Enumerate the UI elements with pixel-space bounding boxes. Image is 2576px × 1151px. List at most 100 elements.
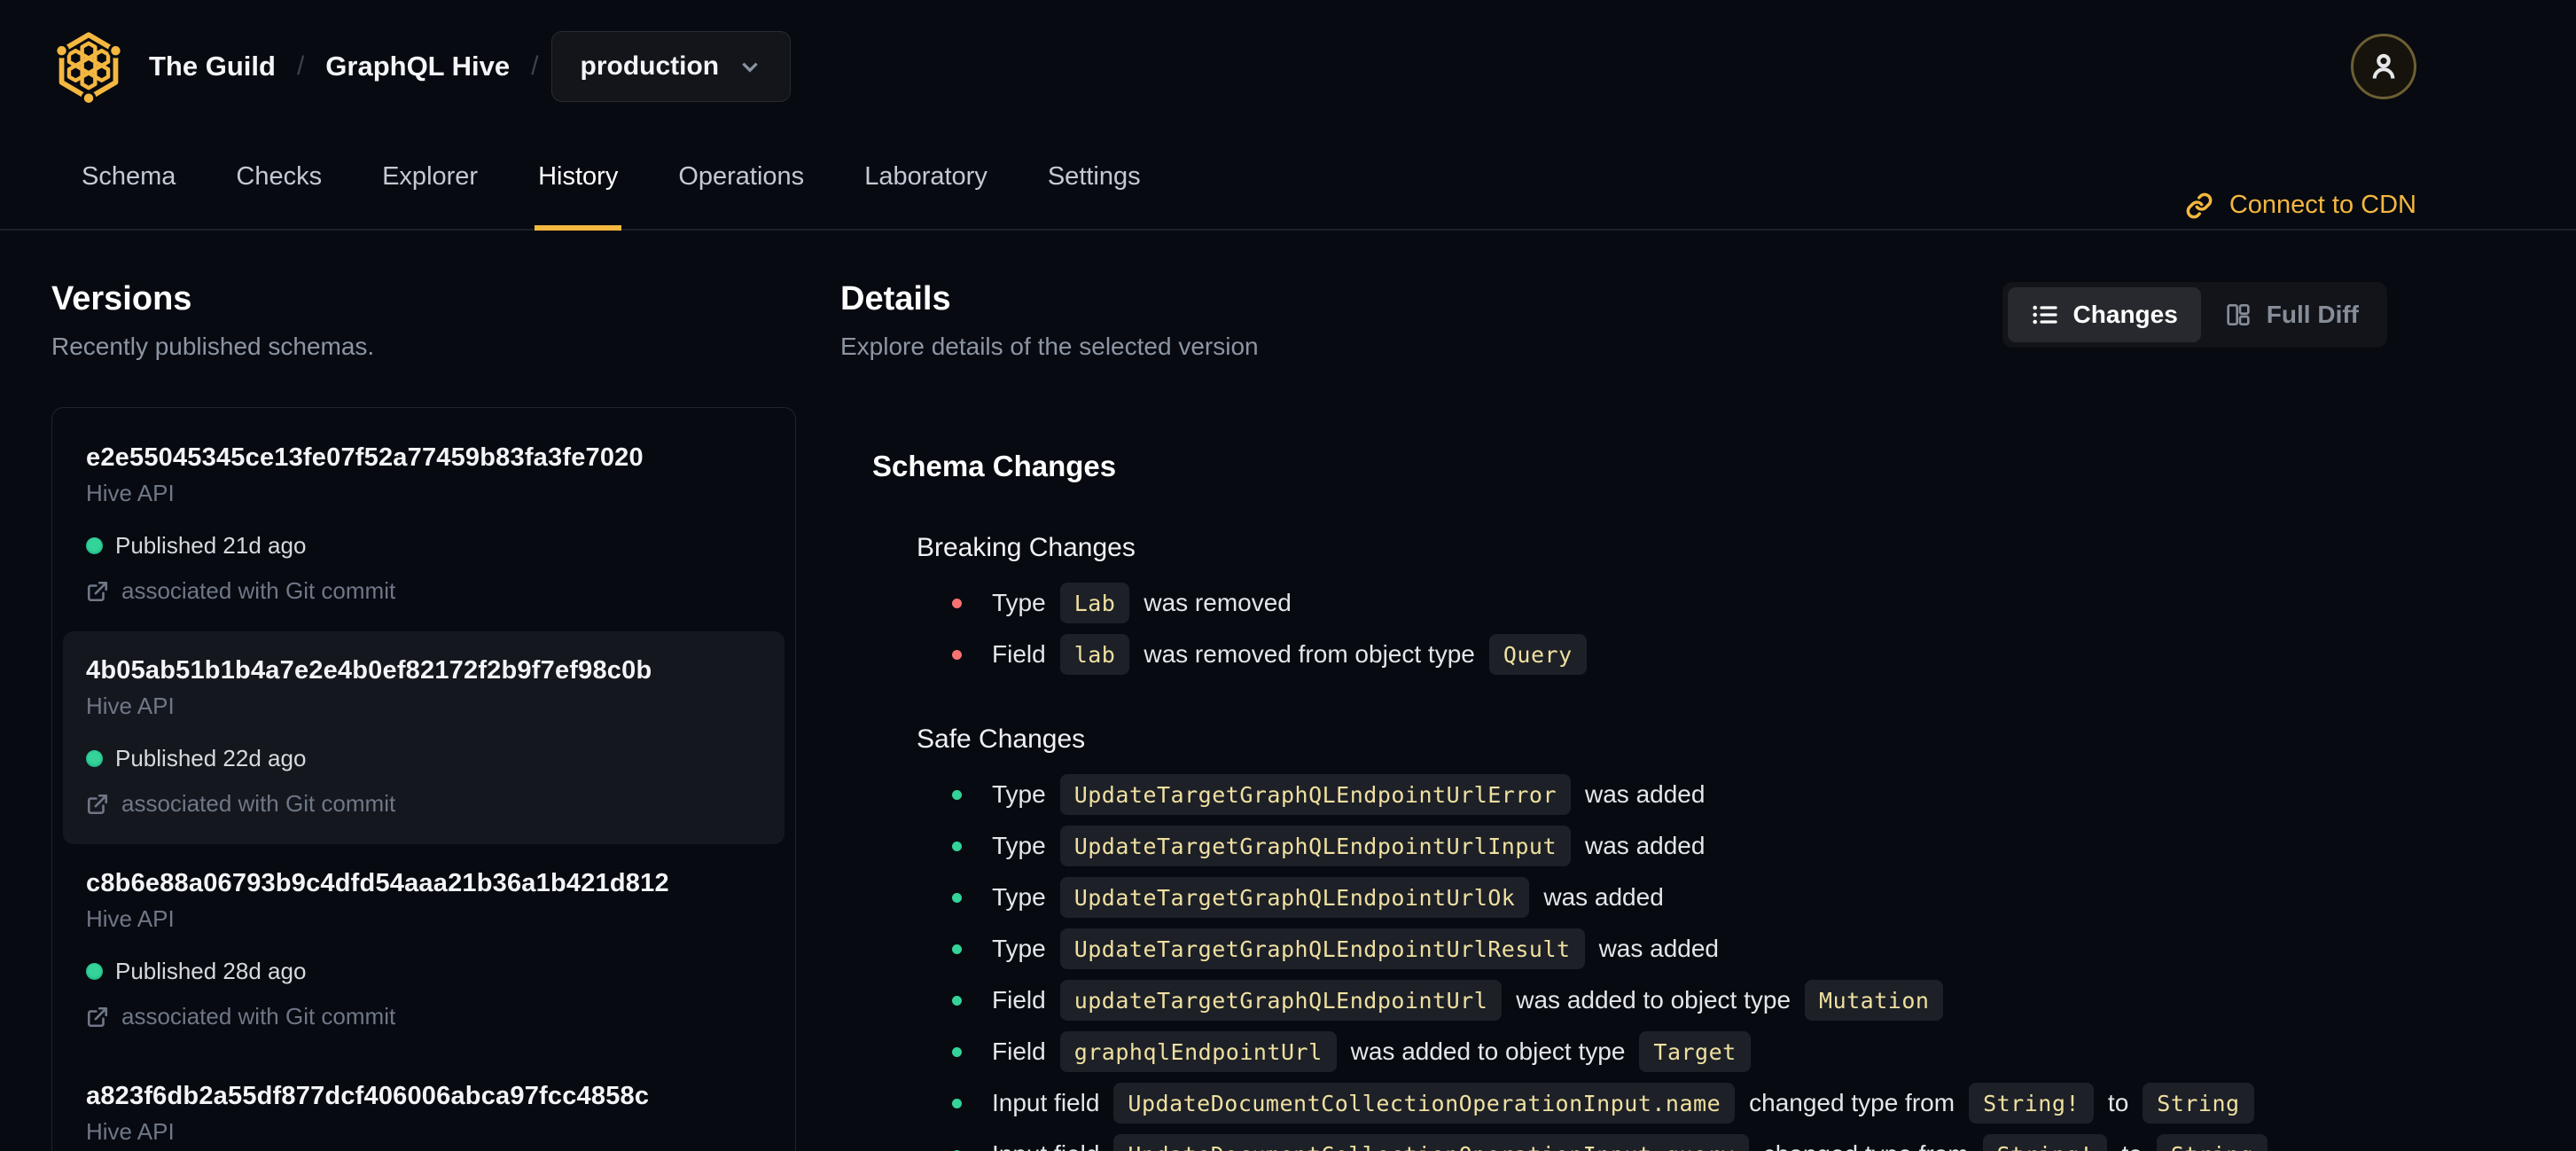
external-link-icon — [87, 581, 108, 601]
breadcrumb: The Guild / GraphQL Hive / — [149, 51, 539, 82]
change-text: was added — [1543, 883, 1664, 911]
change-text: Type — [992, 883, 1046, 911]
published-text: Published 22d ago — [115, 745, 307, 771]
code-chip: String! — [1982, 1134, 2108, 1151]
safe-change-item: Input field UpdateDocumentCollectionOpera… — [917, 1134, 2387, 1151]
safe-change-item: Type UpdateTargetGraphQLEndpointUrlResult… — [917, 928, 2387, 969]
versions-panel: Versions Recently published schemas. e2e… — [51, 280, 796, 1151]
code-chip: String — [2143, 1083, 2254, 1124]
tab-checks[interactable]: Checks — [232, 133, 325, 231]
changes-group-title: Safe Changes — [917, 724, 1086, 754]
git-commit-text: associated with Git commit — [121, 1003, 396, 1030]
change-text: was added to object type — [1516, 986, 1791, 1014]
git-commit-link[interactable]: associated with Git commit — [86, 790, 761, 818]
code-chip: updateTargetGraphQLEndpointUrl — [1059, 980, 1503, 1021]
breaking-change-item: Type Lab was removed — [917, 583, 2387, 623]
version-card[interactable]: c8b6e88a06793b9c4dfd54aaa21b36a1b421d812… — [63, 844, 785, 1057]
tab-schema[interactable]: Schema — [78, 133, 179, 231]
header: The Guild / GraphQL Hive / production — [0, 0, 2576, 133]
changes-view-label: Changes — [2073, 301, 2178, 328]
full-diff-view-label: Full Diff — [2266, 301, 2359, 328]
tab-label: Operations — [678, 161, 805, 191]
list-icon — [2032, 305, 2057, 325]
safe-change-item: Type UpdateTargetGraphQLEndpointUrlOk was … — [917, 877, 2387, 918]
hive-logo-icon[interactable] — [51, 29, 126, 104]
safe-change-item: Field updateTargetGraphQLEndpointUrl was a… — [917, 980, 2387, 1021]
details-subtitle: Explore details of the selected version — [840, 333, 1259, 360]
git-commit-text: associated with Git commit — [121, 790, 396, 817]
version-hash: e2e55045345ce13fe07f52a77459b83fa3fe7020 — [86, 443, 644, 472]
tab-label: History — [538, 161, 619, 191]
breaking-bullet-icon — [952, 649, 962, 660]
chevron-down-icon — [742, 62, 758, 73]
changes-view-button[interactable]: Changes — [2007, 287, 2201, 342]
version-card[interactable]: e2e55045345ce13fe07f52a77459b83fa3fe7020… — [63, 419, 785, 631]
version-service: Hive API — [86, 905, 175, 932]
code-chip: Query — [1488, 634, 1587, 675]
versions-list: e2e55045345ce13fe07f52a77459b83fa3fe7020… — [51, 407, 796, 1151]
code-chip: graphqlEndpointUrl — [1059, 1031, 1337, 1072]
change-text: Type — [992, 589, 1046, 616]
change-text: Input field — [992, 1089, 1100, 1116]
main-content: Versions Recently published schemas. e2e… — [0, 231, 2576, 1151]
tab-laboratory[interactable]: Laboratory — [861, 133, 991, 231]
link-icon — [2186, 192, 2213, 218]
tab-history[interactable]: History — [535, 133, 622, 231]
breadcrumb-separator: / — [296, 51, 305, 81]
tab-explorer[interactable]: Explorer — [379, 133, 481, 231]
safe-change-item: Type UpdateTargetGraphQLEndpointUrlError w… — [917, 774, 2387, 815]
tab-label: Settings — [1047, 161, 1141, 191]
breadcrumb-separator: / — [531, 51, 539, 81]
schema-changes-title: Schema Changes — [872, 450, 1117, 482]
git-commit-link[interactable]: associated with Git commit — [86, 577, 761, 605]
version-hash: 4b05ab51b1b4a7e2e4b0ef82172f2b9f7ef98c0b — [86, 656, 652, 685]
target-selector[interactable]: production — [550, 31, 792, 102]
change-text: Type — [992, 780, 1046, 808]
full-diff-view-button[interactable]: Full Diff — [2201, 287, 2382, 342]
version-published: Published 28d ago — [86, 958, 761, 985]
safe-bullet-icon — [952, 1098, 962, 1108]
change-text: Input field — [992, 1140, 1099, 1151]
tab-list: Schema Checks Explorer History Operations Lab… — [78, 133, 1144, 231]
published-dot-icon — [86, 963, 103, 980]
versions-title: Versions — [51, 280, 192, 317]
version-hash: a823f6db2a55df877dcf406006abca97fcc4858c — [86, 1082, 650, 1110]
change-text: changed type from — [1749, 1089, 1955, 1116]
schema-changes-section: Schema Changes Breaking Changes Type Lab w… — [840, 450, 2387, 1151]
changes-list: Type Lab was removed Field lab was removed fr… — [917, 583, 2387, 675]
version-published: Published 21d ago — [86, 532, 761, 560]
change-text: Field — [992, 1037, 1046, 1065]
breadcrumb-project[interactable]: GraphQL Hive — [325, 51, 510, 82]
code-chip: UpdateTargetGraphQLEndpointUrlInput — [1059, 826, 1571, 866]
changes-group: Breaking Changes Type Lab was removed Field… — [872, 533, 2387, 675]
git-commit-link[interactable]: associated with Git commit — [86, 1003, 761, 1030]
change-text: was added — [1598, 935, 1719, 962]
versions-subtitle: Recently published schemas. — [51, 333, 375, 360]
tab-label: Schema — [82, 161, 176, 191]
version-card[interactable]: 4b05ab51b1b4a7e2e4b0ef82172f2b9f7ef98c0b… — [63, 631, 785, 844]
tab-label: Explorer — [382, 161, 479, 191]
code-chip: lab — [1059, 634, 1130, 675]
tab-settings[interactable]: Settings — [1044, 133, 1144, 231]
connect-to-cdn-button[interactable]: Connect to CDN — [2185, 191, 2416, 229]
code-chip: String — [2156, 1134, 2268, 1151]
version-service: Hive API — [86, 480, 175, 506]
target-navbar: Schema Checks Explorer History Operations Lab… — [0, 133, 2576, 231]
safe-bullet-icon — [952, 892, 962, 903]
breadcrumb-org[interactable]: The Guild — [149, 51, 276, 82]
safe-change-item: Input field UpdateDocumentCollectionOpera… — [917, 1083, 2387, 1124]
safe-bullet-icon — [952, 841, 962, 851]
version-card[interactable]: a823f6db2a55df877dcf406006abca97fcc4858c… — [63, 1057, 785, 1151]
safe-bullet-icon — [952, 995, 962, 1006]
tab-operations[interactable]: Operations — [675, 133, 808, 231]
change-text: Field — [992, 986, 1046, 1014]
changes-group-title: Breaking Changes — [917, 533, 1136, 562]
safe-change-item: Field graphqlEndpointUrl was added to obje… — [917, 1031, 2387, 1072]
tab-label: Checks — [236, 161, 323, 191]
code-chip: Target — [1639, 1031, 1751, 1072]
tab-label: Laboratory — [864, 161, 987, 191]
user-menu-button[interactable] — [2351, 34, 2416, 99]
changes-list: Type UpdateTargetGraphQLEndpointUrlError w… — [917, 774, 2387, 1151]
schema-changes-groups: Breaking Changes Type Lab was removed Field… — [872, 533, 2387, 1151]
change-text: Type — [992, 832, 1046, 859]
